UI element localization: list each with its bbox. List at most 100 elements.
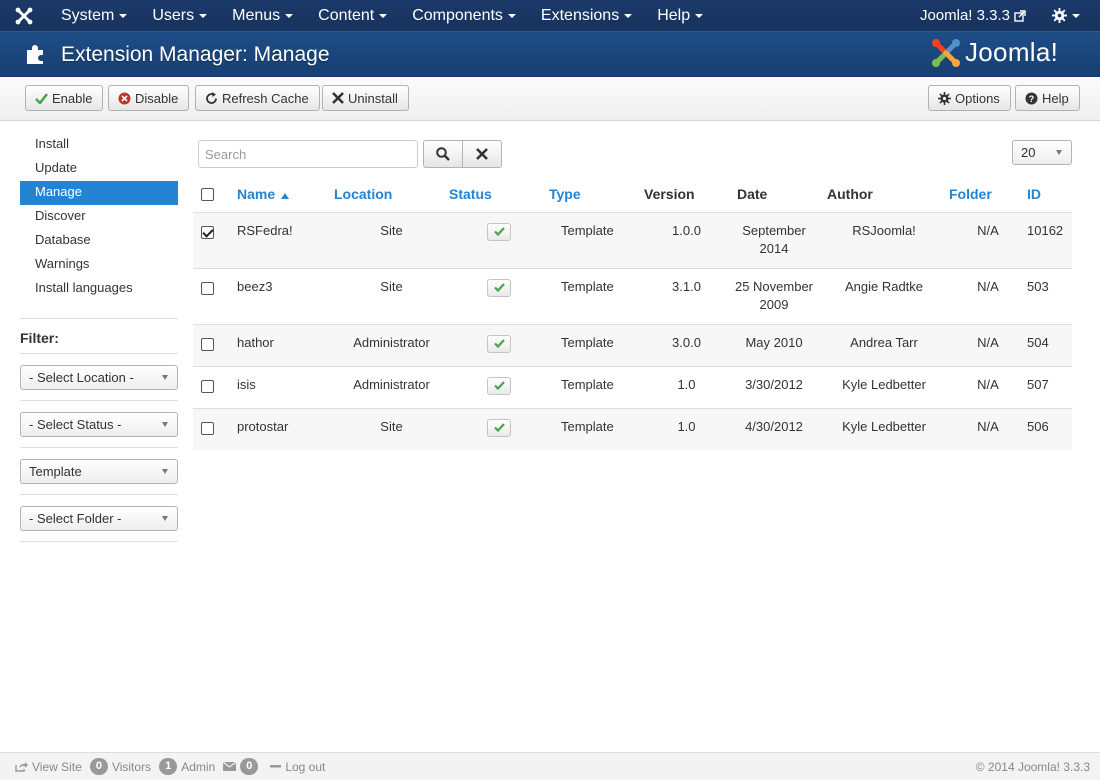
table-row[interactable]: beez3 Site Template 3.1.0 25 November 20… bbox=[193, 267, 1072, 324]
version-header: Version bbox=[644, 177, 729, 213]
table-row[interactable]: hathor Administrator Template 3.0.0 May … bbox=[193, 323, 1072, 366]
search-icon bbox=[436, 147, 450, 161]
sidebar-item-warnings[interactable]: Warnings bbox=[20, 253, 178, 277]
menu-system[interactable]: System bbox=[48, 0, 139, 31]
help-button[interactable]: ? Help bbox=[1015, 85, 1080, 111]
menu-label: Menus bbox=[232, 6, 281, 24]
options-button[interactable]: Options bbox=[928, 85, 1011, 111]
filter-divider bbox=[20, 541, 178, 542]
row-checkbox[interactable] bbox=[201, 379, 214, 393]
extension-name: beez3 bbox=[237, 267, 334, 324]
search-button[interactable] bbox=[423, 140, 463, 168]
extension-version: 3.1.0 bbox=[644, 267, 729, 324]
extension-author: Andrea Tarr bbox=[819, 323, 949, 366]
table-row[interactable]: isis Administrator Template 1.0 3/30/201… bbox=[193, 365, 1072, 408]
row-checkbox[interactable] bbox=[201, 337, 214, 351]
joomla-logo-icon bbox=[932, 38, 960, 67]
location-filter-select[interactable]: - Select Location - bbox=[20, 365, 178, 390]
uninstall-button[interactable]: Uninstall bbox=[322, 85, 409, 111]
menu-help[interactable]: Help bbox=[644, 0, 715, 31]
id-header[interactable]: ID bbox=[1027, 177, 1072, 213]
sidebar-item-discover[interactable]: Discover bbox=[20, 205, 178, 229]
visitors-count-badge: 0 bbox=[89, 758, 108, 775]
clear-search-button[interactable] bbox=[462, 140, 502, 168]
disable-button[interactable]: Disable bbox=[108, 85, 190, 111]
extension-type: Template bbox=[549, 267, 644, 324]
extension-author: RSJoomla! bbox=[819, 211, 949, 268]
svg-text:?: ? bbox=[1029, 94, 1035, 104]
dropdown-arrow-icon bbox=[162, 516, 168, 521]
user-settings-dropdown[interactable] bbox=[1040, 8, 1100, 23]
status-toggle-button[interactable] bbox=[487, 376, 511, 395]
select-all-checkbox[interactable] bbox=[201, 188, 214, 202]
status-toggle-button[interactable] bbox=[487, 222, 511, 241]
sidebar-item-install[interactable]: Install bbox=[20, 133, 178, 157]
extension-name: isis bbox=[237, 365, 334, 408]
folder-header[interactable]: Folder bbox=[949, 177, 1027, 213]
joomla-logo-text: Joomla! bbox=[965, 37, 1059, 67]
table-row[interactable]: protostar Site Template 1.0 4/30/2012 Ky… bbox=[193, 407, 1072, 450]
name-header[interactable]: Name bbox=[237, 177, 334, 213]
menu-extensions[interactable]: Extensions bbox=[528, 0, 644, 31]
menu-users[interactable]: Users bbox=[139, 0, 219, 31]
enable-button[interactable]: Enable bbox=[25, 85, 104, 111]
status-toggle-button[interactable] bbox=[487, 278, 511, 297]
type-header[interactable]: Type bbox=[549, 177, 644, 213]
select-all-cell bbox=[193, 177, 237, 213]
sidebar-item-database[interactable]: Database bbox=[20, 229, 178, 253]
extension-author: Kyle Ledbetter bbox=[819, 365, 949, 408]
status-toggle-button[interactable] bbox=[487, 334, 511, 353]
extension-date: May 2010 bbox=[729, 323, 819, 366]
table-header-row: Name Location Status Type Version Date A… bbox=[193, 177, 1072, 213]
folder-filter-select[interactable]: - Select Folder - bbox=[20, 506, 178, 531]
menu-menus[interactable]: Menus bbox=[219, 0, 305, 31]
options-label: Options bbox=[955, 90, 1000, 106]
site-version-link[interactable]: Joomla! 3.3.3 bbox=[920, 7, 1040, 24]
page-title: Extension Manager: Manage bbox=[61, 43, 330, 66]
extension-id: 506 bbox=[1027, 407, 1072, 450]
extension-type: Template bbox=[549, 323, 644, 366]
extension-version: 3.0.0 bbox=[644, 323, 729, 366]
messages-indicator[interactable]: 0 bbox=[223, 758, 262, 775]
sidebar-item-install-languages[interactable]: Install languages bbox=[20, 277, 178, 301]
navbar-right: Joomla! 3.3.3 bbox=[920, 0, 1100, 31]
check-icon bbox=[493, 423, 505, 432]
row-select-cell bbox=[193, 323, 237, 366]
table-row[interactable]: RSFedra! Site Template 1.0.0 September 2… bbox=[193, 211, 1072, 268]
row-checkbox[interactable] bbox=[201, 281, 214, 295]
row-select-cell bbox=[193, 407, 237, 450]
logout-link[interactable]: Log out bbox=[270, 760, 325, 774]
list-limit-select[interactable]: 20 bbox=[1012, 140, 1072, 165]
row-checkbox[interactable] bbox=[201, 225, 214, 239]
extension-location: Administrator bbox=[334, 323, 449, 366]
status-toggle-button[interactable] bbox=[487, 418, 511, 437]
extension-date: September 2014 bbox=[729, 211, 819, 268]
author-header-label: Author bbox=[827, 186, 873, 203]
sidebar-divider bbox=[20, 318, 178, 319]
status-filter-select[interactable]: - Select Status - bbox=[20, 412, 178, 437]
menu-content[interactable]: Content bbox=[305, 0, 399, 31]
extension-name: RSFedra! bbox=[237, 211, 334, 268]
close-icon bbox=[332, 92, 344, 104]
joomla-brand-icon[interactable] bbox=[0, 0, 48, 31]
status-header[interactable]: Status bbox=[449, 177, 549, 213]
status-header-label: Status bbox=[449, 186, 492, 203]
gear-icon bbox=[1052, 8, 1067, 23]
menu-label: Help bbox=[657, 6, 691, 24]
view-site-link[interactable]: View Site bbox=[15, 760, 82, 774]
messages-count-badge: 0 bbox=[240, 758, 259, 775]
menu-components[interactable]: Components bbox=[399, 0, 528, 31]
page-header: Extension Manager: Manage Joomla! bbox=[0, 31, 1100, 77]
sidebar-item-manage[interactable]: Manage bbox=[20, 181, 178, 205]
extension-version: 1.0.0 bbox=[644, 211, 729, 268]
search-input[interactable] bbox=[198, 140, 418, 168]
type-filter-select[interactable]: Template bbox=[20, 459, 178, 484]
menu-label: Users bbox=[152, 6, 195, 24]
refresh-cache-button[interactable]: Refresh Cache bbox=[195, 85, 320, 111]
toolbar: Enable Disable Refresh Cache Uninstall O… bbox=[0, 77, 1100, 121]
location-header[interactable]: Location bbox=[334, 177, 449, 213]
extension-folder: N/A bbox=[949, 407, 1027, 450]
sidebar-item-update[interactable]: Update bbox=[20, 157, 178, 181]
dropdown-arrow-icon bbox=[162, 375, 168, 380]
row-checkbox[interactable] bbox=[201, 421, 214, 435]
